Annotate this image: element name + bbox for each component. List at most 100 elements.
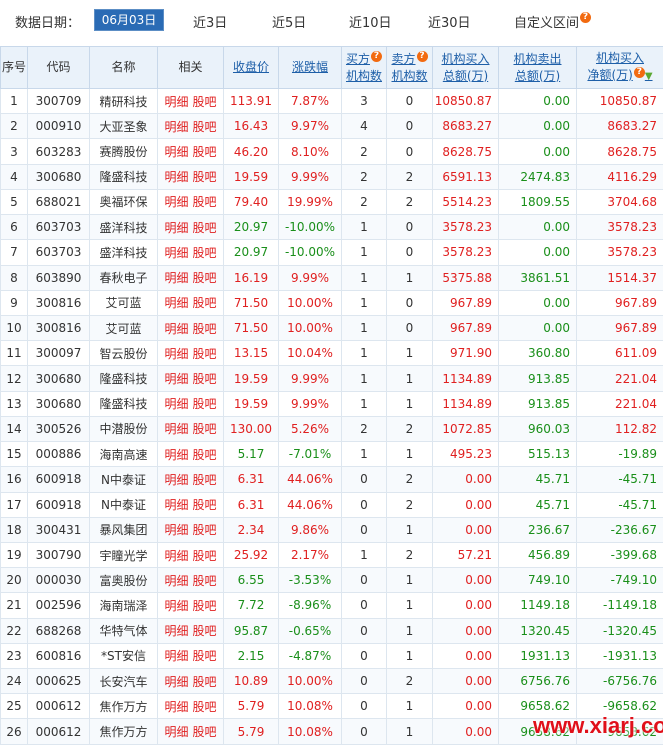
detail-link[interactable]: 明细 bbox=[164, 574, 188, 588]
forum-link[interactable]: 股吧 bbox=[193, 675, 217, 689]
forum-link[interactable]: 股吧 bbox=[193, 95, 217, 109]
stock-name-cell[interactable]: N中泰证 bbox=[89, 466, 158, 493]
stock-code-cell[interactable]: 300709 bbox=[27, 87, 90, 115]
stock-name-cell[interactable]: 富奥股份 bbox=[89, 567, 158, 594]
forum-link[interactable]: 股吧 bbox=[193, 221, 217, 235]
forum-link[interactable]: 股吧 bbox=[193, 271, 217, 285]
stock-code-cell[interactable]: 300526 bbox=[27, 415, 90, 443]
detail-link[interactable]: 明细 bbox=[164, 397, 188, 411]
stock-name-cell[interactable]: 长安汽车 bbox=[89, 668, 158, 695]
forum-link[interactable]: 股吧 bbox=[193, 170, 217, 184]
stock-name-cell[interactable]: 智云股份 bbox=[89, 340, 158, 367]
detail-link[interactable]: 明细 bbox=[164, 322, 188, 336]
stock-name-cell[interactable]: N中泰证 bbox=[89, 491, 158, 518]
detail-link[interactable]: 明细 bbox=[164, 170, 188, 184]
detail-link[interactable]: 明细 bbox=[164, 624, 188, 638]
forum-link[interactable]: 股吧 bbox=[193, 372, 217, 386]
forum-link[interactable]: 股吧 bbox=[193, 649, 217, 663]
detail-link[interactable]: 明细 bbox=[164, 145, 188, 159]
stock-code-cell[interactable]: 000612 bbox=[27, 693, 90, 720]
stock-code-cell[interactable]: 300816 bbox=[27, 289, 90, 316]
stock-name-cell[interactable]: 艾可蓝 bbox=[89, 289, 158, 316]
col-change-pct-header[interactable]: 涨跌幅 bbox=[278, 46, 342, 89]
range-3day-link[interactable]: 近3日 bbox=[193, 12, 227, 31]
forum-link[interactable]: 股吧 bbox=[193, 422, 217, 436]
detail-link[interactable]: 明细 bbox=[164, 120, 188, 134]
stock-code-cell[interactable]: 300097 bbox=[27, 340, 90, 367]
stock-code-cell[interactable]: 300790 bbox=[27, 541, 90, 569]
stock-name-cell[interactable]: 大亚圣象 bbox=[89, 113, 158, 140]
stock-code-cell[interactable]: 688268 bbox=[27, 617, 90, 644]
detail-link[interactable]: 明细 bbox=[164, 675, 188, 689]
detail-link[interactable]: 明细 bbox=[164, 599, 188, 613]
stock-name-cell[interactable]: 盛洋科技 bbox=[89, 214, 158, 241]
help-icon[interactable]: ? bbox=[371, 50, 382, 62]
stock-code-cell[interactable]: 603283 bbox=[27, 138, 90, 165]
forum-link[interactable]: 股吧 bbox=[193, 473, 217, 487]
stock-name-cell[interactable]: 赛腾股份 bbox=[89, 138, 158, 165]
stock-code-cell[interactable]: 603703 bbox=[27, 239, 90, 266]
stock-code-cell[interactable]: 000910 bbox=[27, 113, 90, 140]
stock-code-cell[interactable]: 300816 bbox=[27, 314, 90, 342]
forum-link[interactable]: 股吧 bbox=[193, 347, 217, 361]
forum-link[interactable]: 股吧 bbox=[193, 624, 217, 638]
stock-name-cell[interactable]: 海南高速 bbox=[89, 441, 158, 468]
stock-name-cell[interactable]: 华特气体 bbox=[89, 617, 158, 644]
help-icon[interactable]: ? bbox=[416, 50, 428, 62]
stock-name-cell[interactable]: 焦作万方 bbox=[89, 718, 158, 745]
forum-link[interactable]: 股吧 bbox=[193, 195, 217, 209]
detail-link[interactable]: 明细 bbox=[164, 700, 188, 714]
detail-link[interactable]: 明细 bbox=[164, 372, 188, 386]
col-inst-net-buy-header[interactable]: 机构买入 净额(万)? ▼ bbox=[576, 46, 663, 89]
detail-link[interactable]: 明细 bbox=[164, 498, 188, 512]
stock-name-cell[interactable]: 中潜股份 bbox=[89, 415, 158, 443]
detail-link[interactable]: 明细 bbox=[164, 523, 188, 537]
col-inst-buy-total-header[interactable]: 机构买入 总额(万) bbox=[432, 46, 499, 89]
stock-code-cell[interactable]: 000625 bbox=[27, 668, 90, 695]
detail-link[interactable]: 明细 bbox=[164, 221, 188, 235]
stock-code-cell[interactable]: 002596 bbox=[27, 592, 90, 619]
detail-link[interactable]: 明细 bbox=[164, 725, 188, 739]
stock-name-cell[interactable]: 盛洋科技 bbox=[89, 239, 158, 266]
forum-link[interactable]: 股吧 bbox=[193, 120, 217, 134]
stock-code-cell[interactable]: 688021 bbox=[27, 188, 90, 216]
detail-link[interactable]: 明细 bbox=[164, 422, 188, 436]
stock-name-cell[interactable]: *ST安信 bbox=[89, 642, 158, 670]
detail-link[interactable]: 明细 bbox=[164, 448, 188, 462]
stock-name-cell[interactable]: 艾可蓝 bbox=[89, 314, 158, 342]
range-5day-link[interactable]: 近5日 bbox=[272, 12, 306, 31]
range-custom-link[interactable]: 自定义区间? bbox=[514, 12, 592, 31]
forum-link[interactable]: 股吧 bbox=[193, 246, 217, 260]
forum-link[interactable]: 股吧 bbox=[193, 448, 217, 462]
stock-name-cell[interactable]: 暴风集团 bbox=[89, 516, 158, 543]
forum-link[interactable]: 股吧 bbox=[193, 549, 217, 563]
detail-link[interactable]: 明细 bbox=[164, 347, 188, 361]
forum-link[interactable]: 股吧 bbox=[193, 498, 217, 512]
forum-link[interactable]: 股吧 bbox=[193, 397, 217, 411]
range-10day-link[interactable]: 近10日 bbox=[349, 12, 392, 31]
stock-name-cell[interactable]: 海南瑞泽 bbox=[89, 592, 158, 619]
stock-code-cell[interactable]: 300680 bbox=[27, 365, 90, 392]
range-30day-link[interactable]: 近30日 bbox=[428, 12, 471, 31]
stock-name-cell[interactable]: 宇瞳光学 bbox=[89, 541, 158, 569]
stock-name-cell[interactable]: 隆盛科技 bbox=[89, 163, 158, 190]
forum-link[interactable]: 股吧 bbox=[193, 145, 217, 159]
stock-code-cell[interactable]: 000886 bbox=[27, 441, 90, 468]
forum-link[interactable]: 股吧 bbox=[193, 322, 217, 336]
stock-code-cell[interactable]: 300680 bbox=[27, 163, 90, 190]
stock-code-cell[interactable]: 600918 bbox=[27, 466, 90, 493]
detail-link[interactable]: 明细 bbox=[164, 195, 188, 209]
forum-link[interactable]: 股吧 bbox=[193, 725, 217, 739]
forum-link[interactable]: 股吧 bbox=[193, 574, 217, 588]
sort-down-arrow-icon[interactable]: ▼ bbox=[645, 71, 653, 82]
forum-link[interactable]: 股吧 bbox=[193, 523, 217, 537]
stock-code-cell[interactable]: 000030 bbox=[27, 567, 90, 594]
detail-link[interactable]: 明细 bbox=[164, 296, 188, 310]
stock-name-cell[interactable]: 隆盛科技 bbox=[89, 390, 158, 417]
stock-name-cell[interactable]: 精研科技 bbox=[89, 87, 158, 115]
stock-code-cell[interactable]: 603890 bbox=[27, 264, 90, 291]
col-close-price-header[interactable]: 收盘价 bbox=[223, 46, 279, 89]
detail-link[interactable]: 明细 bbox=[164, 95, 188, 109]
date-selected-button[interactable]: 06月03日 bbox=[94, 9, 164, 31]
stock-name-cell[interactable]: 奥福环保 bbox=[89, 188, 158, 216]
